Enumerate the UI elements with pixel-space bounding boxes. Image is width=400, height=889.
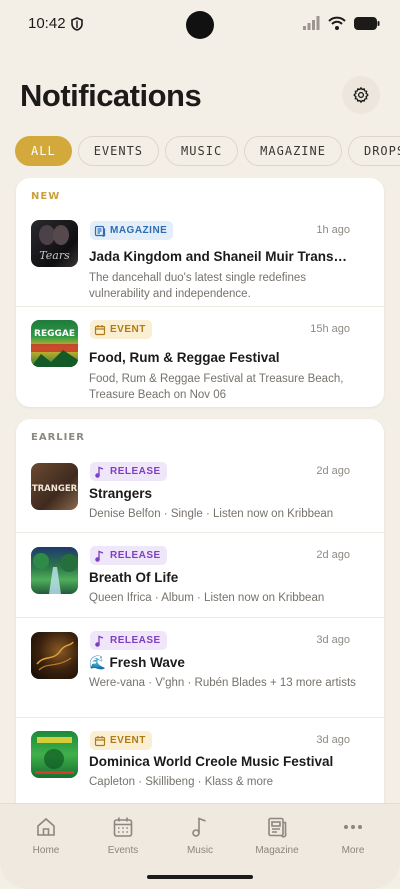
notification-time: 2d ago — [316, 549, 350, 561]
notification-thumbnail: STRANGERS — [31, 463, 78, 510]
notification-title: Food, Rum & Reggae Festival — [89, 350, 280, 365]
notification-item[interactable]: RELEASE 2d ago Breath Of Life Queen Ifri… — [16, 533, 384, 618]
home-indicator[interactable] — [147, 875, 253, 879]
camera-cutout — [186, 11, 214, 39]
notification-item[interactable]: Tears MAGAZINE 1h ago Jada Kingdom and S… — [16, 208, 384, 307]
status-bar: 10:42 — [0, 0, 400, 48]
badge-label: EVENT — [110, 735, 146, 746]
notification-title: Jada Kingdom and Shaneil Muir Transfor… — [89, 249, 349, 264]
section-label-earlier: EARLIER — [31, 432, 85, 443]
phone-screen: 10:42 Notifications ALL EVENTS MUSIC MAG… — [0, 0, 400, 889]
nav-events[interactable]: Events — [85, 816, 161, 856]
signal-icon — [303, 16, 320, 30]
release-badge: RELEASE — [90, 631, 167, 650]
release-badge: RELEASE — [90, 546, 167, 565]
notification-item[interactable]: REGGAE EVENT 15h ago Food, Rum & Reggae … — [16, 307, 384, 407]
nav-label: More — [341, 845, 365, 856]
music-note-icon — [95, 466, 104, 478]
svg-text:Tears: Tears — [39, 249, 70, 262]
notifications-list[interactable]: NEW Tears MAGAZINE 1h ago Jada Kingdom a… — [0, 178, 400, 803]
badge-label: RELEASE — [110, 635, 161, 646]
notification-item[interactable]: EVENT 3d ago Dominica World Creole Music… — [16, 718, 384, 803]
page-title: Notifications — [20, 78, 202, 113]
gear-icon — [353, 86, 369, 104]
calendar-icon — [94, 324, 106, 335]
release-badge: RELEASE — [90, 462, 167, 481]
settings-button[interactable] — [342, 76, 380, 114]
notification-time: 15h ago — [310, 323, 350, 335]
notification-description: Food, Rum & Reggae Festival at Treasure … — [89, 373, 344, 401]
svg-text:REGGAE: REGGAE — [34, 329, 75, 339]
more-dots-icon — [344, 825, 362, 829]
notification-item[interactable]: STRANGERS RELEASE 2d ago Strangers Denis… — [16, 449, 384, 533]
magazine-badge: MAGAZINE — [90, 221, 174, 240]
notification-time: 3d ago — [316, 634, 350, 646]
notification-title: Breath Of Life — [89, 570, 179, 585]
new-section-card: NEW Tears MAGAZINE 1h ago Jada Kingdom a… — [16, 178, 384, 407]
music-note-icon — [192, 817, 206, 837]
wifi-icon — [328, 16, 346, 30]
newspaper-icon — [268, 817, 287, 838]
earlier-section-card: EARLIER STRANGERS RELEASE 2d ago Strange… — [16, 419, 384, 803]
music-note-icon — [95, 635, 104, 647]
badge-label: RELEASE — [110, 550, 161, 561]
svg-text:STRANGERS: STRANGERS — [31, 484, 78, 494]
battery-icon — [354, 16, 380, 30]
chip-drops[interactable]: DROPS — [347, 136, 400, 166]
calendar-icon — [94, 735, 106, 746]
notification-time: 2d ago — [316, 465, 350, 477]
notification-description: Capleton · Skillibeng · Klass & more — [89, 776, 274, 788]
event-badge: EVENT — [90, 731, 152, 750]
notification-title: Strangers — [89, 486, 153, 501]
newspaper-icon — [94, 225, 106, 237]
cover-art-image: Tears — [39, 225, 70, 262]
home-icon — [37, 817, 55, 836]
chip-events[interactable]: EVENTS — [77, 136, 160, 166]
notification-time: 1h ago — [316, 224, 350, 236]
status-time: 10:42 — [28, 15, 66, 32]
notification-thumbnail — [31, 632, 78, 679]
nav-label: Music — [186, 845, 214, 856]
nav-home[interactable]: Home — [8, 816, 84, 856]
badge-label: MAGAZINE — [110, 225, 168, 236]
notification-description: Were-vana · V'ghn · Rubén Blades + 13 mo… — [89, 677, 356, 689]
calendar-icon — [113, 817, 133, 837]
section-label-new: NEW — [31, 191, 61, 202]
cover-art-image — [33, 553, 78, 594]
notification-item[interactable]: RELEASE 3d ago 🌊 Fresh Wave Were-vana · … — [16, 618, 384, 718]
notification-description: Queen Ifrica · Album · Listen now on Kri… — [89, 592, 325, 604]
nav-label: Home — [32, 845, 60, 856]
cover-art-image: REGGAE — [31, 329, 78, 367]
music-note-icon — [95, 550, 104, 562]
chip-magazine[interactable]: MAGAZINE — [244, 136, 342, 166]
cover-art-image — [36, 641, 74, 671]
nav-magazine[interactable]: Magazine — [239, 816, 315, 856]
notification-thumbnail — [31, 731, 78, 778]
chip-all[interactable]: ALL — [15, 136, 72, 166]
filter-chips: ALL EVENTS MUSIC MAGAZINE DROPS — [15, 136, 400, 166]
nav-music[interactable]: Music — [162, 816, 238, 856]
nav-more[interactable]: More — [315, 816, 391, 856]
notification-thumbnail: Tears — [31, 220, 78, 267]
status-icons — [303, 16, 380, 30]
event-badge: EVENT — [90, 320, 152, 339]
nav-label: Events — [107, 845, 139, 856]
chip-music[interactable]: MUSIC — [165, 136, 239, 166]
notification-thumbnail — [31, 547, 78, 594]
badge-label: EVENT — [110, 324, 146, 335]
notification-description: The dancehall duo's latest single redefi… — [89, 272, 307, 300]
notification-thumbnail: REGGAE — [31, 320, 78, 367]
nav-label: Magazine — [255, 845, 299, 856]
notification-title: 🌊 Fresh Wave — [89, 655, 185, 670]
cover-art-image: STRANGERS — [31, 484, 78, 494]
notification-title: Dominica World Creole Music Festival — [89, 754, 334, 769]
cover-art-image — [35, 737, 74, 774]
notification-description: Denise Belfon · Single · Listen now on K… — [89, 508, 334, 520]
notification-time: 3d ago — [316, 734, 350, 746]
badge-label: RELEASE — [110, 466, 161, 477]
shield-icon — [71, 17, 83, 31]
